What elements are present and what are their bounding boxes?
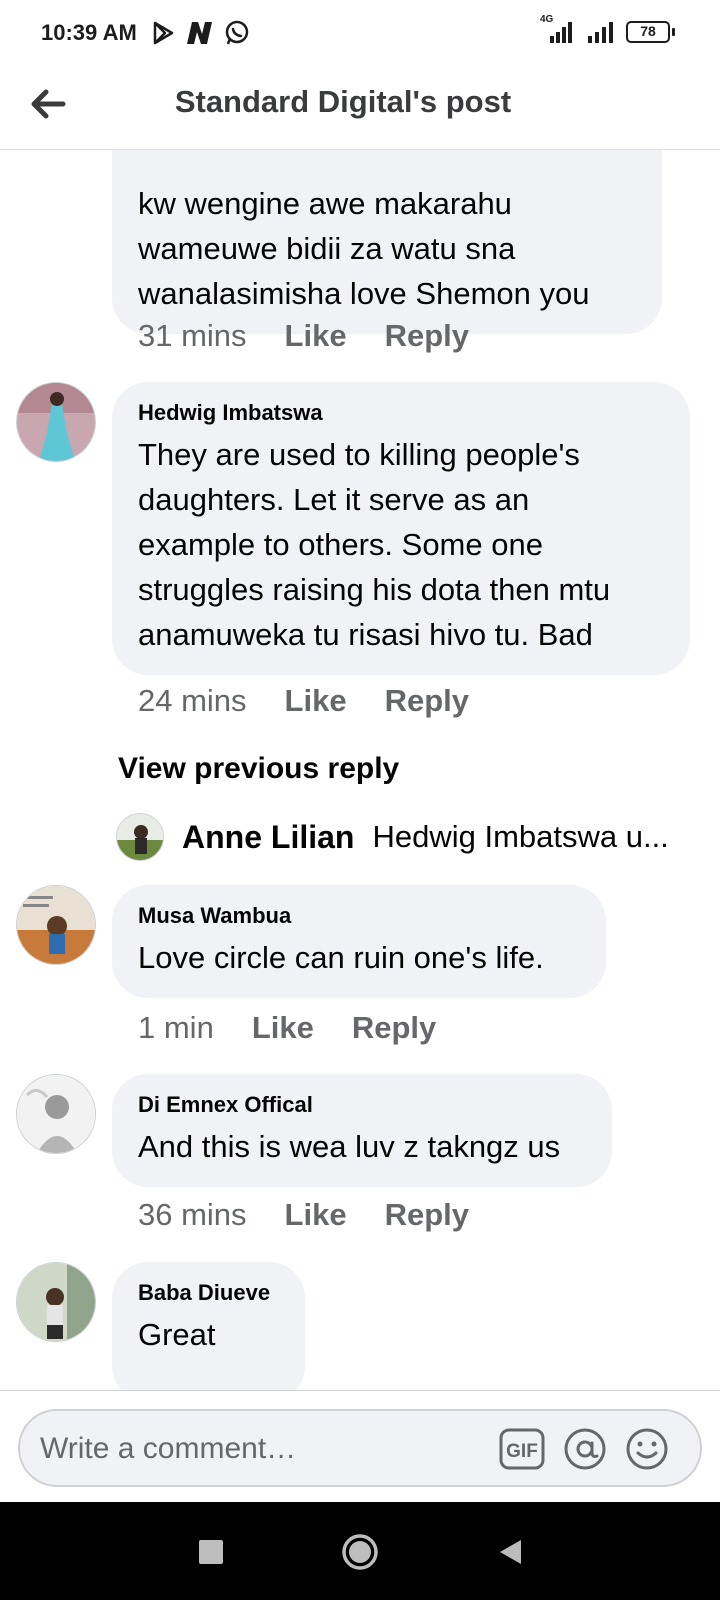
avatar[interactable] xyxy=(16,1074,96,1154)
comment-bubble[interactable]: Baba Diueve Great xyxy=(112,1262,305,1390)
post-header: Standard Digital's post xyxy=(0,68,720,150)
circle-icon xyxy=(342,1534,378,1570)
comment-author[interactable]: Musa Wambua xyxy=(138,903,580,929)
like-button[interactable]: Like xyxy=(252,1010,314,1046)
comment-time: 24 mins xyxy=(138,683,247,718)
mention-button[interactable] xyxy=(561,1425,609,1473)
comment-actions: 36 mins Like Reply xyxy=(138,1197,469,1233)
comment-line: wameuwe bidii za watu sna xyxy=(138,231,516,266)
gif-icon: GIF xyxy=(499,1428,545,1470)
comment-composer[interactable]: GIF xyxy=(18,1409,702,1487)
system-navigation-bar xyxy=(0,1502,720,1600)
comment-input[interactable] xyxy=(40,1427,480,1471)
square-icon xyxy=(199,1540,223,1564)
status-time: 10:39 AM xyxy=(41,20,137,45)
comment-author[interactable]: Hedwig Imbatswa xyxy=(138,400,664,426)
comment-line: Love circle can ruin one's life. xyxy=(138,940,544,975)
comment-time: 31 mins xyxy=(138,318,247,353)
comment-author[interactable]: Di Emnex Offical xyxy=(138,1092,586,1118)
play-store-icon xyxy=(153,21,174,45)
comment-time: 36 mins xyxy=(138,1197,247,1232)
back-nav-button[interactable] xyxy=(490,1532,530,1572)
avatar[interactable] xyxy=(16,885,96,965)
comment-bubble[interactable]: Hedwig Imbatswa They are used to killing… xyxy=(112,382,690,675)
whatsapp-icon xyxy=(225,20,249,45)
comment-composer-bar: GIF xyxy=(0,1390,720,1502)
comment-text: They are used to killing people's daught… xyxy=(138,432,664,657)
reply-text: Hedwig Imbatswa u... xyxy=(372,819,669,854)
like-button[interactable]: Like xyxy=(285,683,347,719)
comment-bubble[interactable]: Di Emnex Offical And this is wea luv z t… xyxy=(112,1074,612,1187)
signal-icon xyxy=(588,22,613,43)
status-bar: 10:39 AM 4G 78 xyxy=(0,0,720,68)
comment-time: 1 min xyxy=(138,1010,214,1045)
comment-author[interactable]: Baba Diueve xyxy=(138,1280,279,1306)
comment-actions: 31 mins Like Reply xyxy=(138,318,469,354)
comment-line: anamuweka tu risasi hivo tu. Bad xyxy=(138,617,593,652)
comment-actions: 24 mins Like Reply xyxy=(138,683,469,719)
like-button[interactable]: Like xyxy=(285,1197,347,1233)
comment-line: kw wengine awe makarahu xyxy=(138,186,512,221)
comment-line: And this is wea luv z takngz us xyxy=(138,1129,561,1164)
gif-button[interactable]: GIF xyxy=(498,1425,546,1473)
comment-bubble[interactable]: kw wengine awe makarahu wameuwe bidii za… xyxy=(112,150,662,334)
smiley-icon xyxy=(626,1428,668,1470)
avatar[interactable] xyxy=(116,813,164,861)
comment-bubble[interactable]: Musa Wambua Love circle can ruin one's l… xyxy=(112,885,606,998)
comment-text: kw wengine awe makarahu wameuwe bidii za… xyxy=(138,150,636,316)
notification-icons xyxy=(150,20,250,46)
battery-icon: 78 xyxy=(626,21,675,43)
comment-actions: 1 min Like Reply xyxy=(138,1010,436,1046)
reply-preview[interactable]: Anne Lilian Hedwig Imbatswa u... xyxy=(116,813,669,861)
comment-line: struggles raising his dota then mtu xyxy=(138,572,611,607)
comment-text: And this is wea luv z takngz us xyxy=(138,1124,586,1169)
home-button[interactable] xyxy=(340,1532,380,1572)
avatar[interactable] xyxy=(16,382,96,462)
comment-line: example to others. Some one xyxy=(138,527,543,562)
reply-author[interactable]: Anne Lilian xyxy=(182,819,354,856)
comment-text: Great xyxy=(138,1312,279,1357)
recents-button[interactable] xyxy=(191,1532,231,1572)
comments-list[interactable]: kw wengine awe makarahu wameuwe bidii za… xyxy=(0,150,720,1390)
comment-text: Love circle can ruin one's life. xyxy=(138,935,580,980)
emoji-button[interactable] xyxy=(623,1425,671,1473)
signal-4g-icon: 4G xyxy=(540,14,576,44)
reply-button[interactable]: Reply xyxy=(385,1197,469,1233)
reply-button[interactable]: Reply xyxy=(385,318,469,354)
reply-button[interactable]: Reply xyxy=(352,1010,436,1046)
news-app-icon xyxy=(187,22,212,44)
svg-text:GIF: GIF xyxy=(506,1441,538,1462)
system-icons: 4G 78 xyxy=(540,14,675,44)
comment-line: Great xyxy=(138,1317,216,1352)
at-sign-icon xyxy=(564,1428,606,1470)
triangle-back-icon xyxy=(500,1540,521,1564)
view-previous-reply-link[interactable]: View previous reply xyxy=(118,752,399,786)
reply-button[interactable]: Reply xyxy=(385,683,469,719)
avatar[interactable] xyxy=(16,1262,96,1342)
comment-line: They are used to killing people's xyxy=(138,437,580,472)
comment-line: daughters. Let it serve as an xyxy=(138,482,530,517)
page-title: Standard Digital's post xyxy=(174,84,512,119)
like-button[interactable]: Like xyxy=(285,318,347,354)
comment-line: wanalasimisha love Shemon you xyxy=(138,276,590,311)
